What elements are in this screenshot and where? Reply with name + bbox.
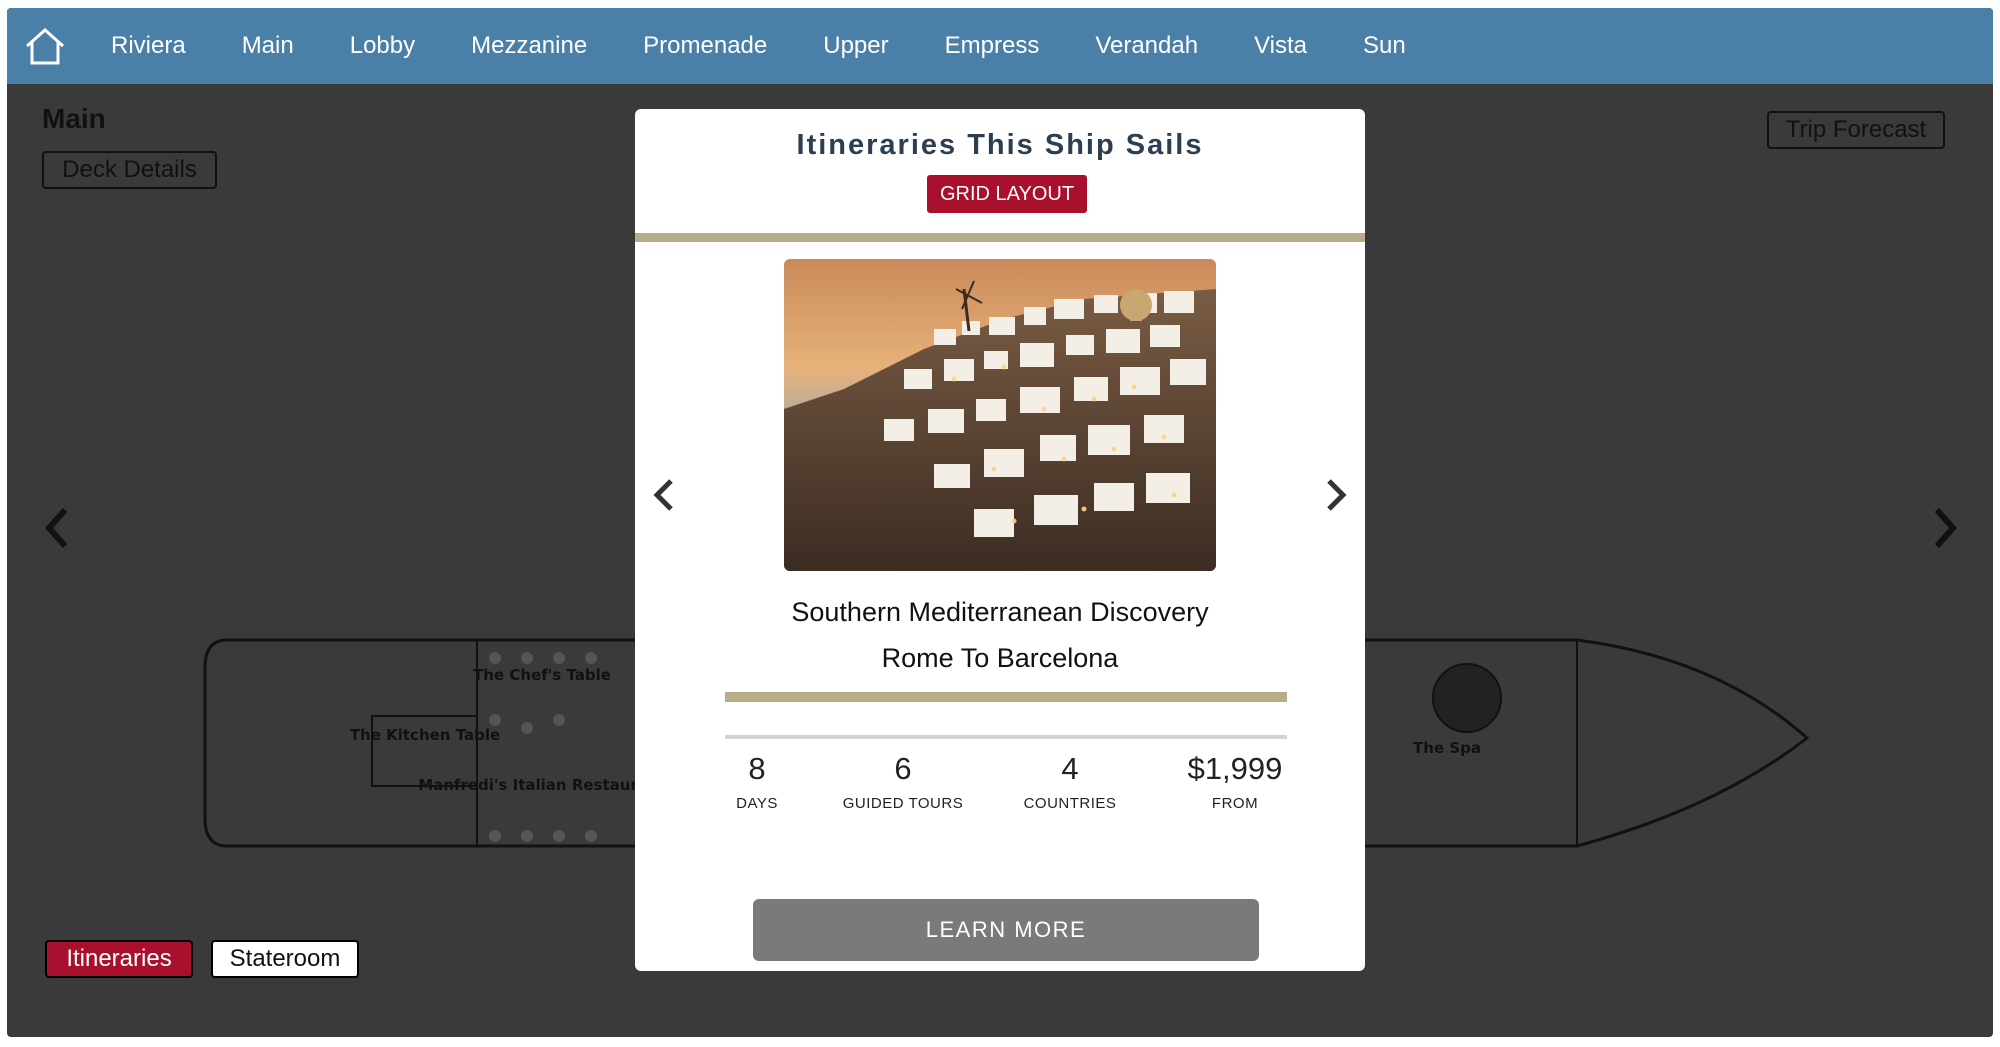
carousel-next-icon[interactable] [1321, 473, 1351, 517]
stat-tours-label: GUIDED TOURS [842, 795, 964, 812]
learn-more-button[interactable]: LEARN MORE [753, 899, 1259, 961]
stat-countries-label: COUNTRIES [1023, 795, 1117, 812]
grid-layout-button[interactable]: GRID LAYOUT [927, 175, 1087, 213]
modal-title: Itineraries This Ship Sails [796, 129, 1204, 161]
itineraries-modal: Itineraries This Ship Sails GRID LAYOUT [635, 109, 1365, 971]
stat-days: 8 DAYS [707, 749, 807, 812]
stat-days-value: 8 [748, 751, 766, 786]
app-window: Riviera Main Lobby Mezzanine Promenade U… [7, 8, 1993, 1037]
carousel-prev-icon[interactable] [649, 473, 679, 517]
stat-price-value: $1,999 [1187, 751, 1283, 786]
stat-price-label: FROM [1211, 795, 1259, 812]
stat-countries: 4 COUNTRIES [995, 749, 1145, 812]
stat-tours-value: 6 [894, 751, 912, 786]
itinerary-name: Southern Mediterranean Discovery [791, 597, 1209, 627]
stat-price: $1,999 FROM [1155, 749, 1315, 812]
modal-divider [635, 233, 1365, 242]
itinerary-route: Rome To Barcelona [881, 643, 1119, 673]
itinerary-divider [725, 692, 1287, 702]
stat-countries-value: 4 [1061, 751, 1079, 786]
stat-guided-tours: 6 GUIDED TOURS [823, 749, 983, 812]
stats-divider [725, 735, 1287, 739]
stat-days-label: DAYS [736, 795, 778, 812]
itinerary-photo[interactable] [784, 259, 1216, 571]
